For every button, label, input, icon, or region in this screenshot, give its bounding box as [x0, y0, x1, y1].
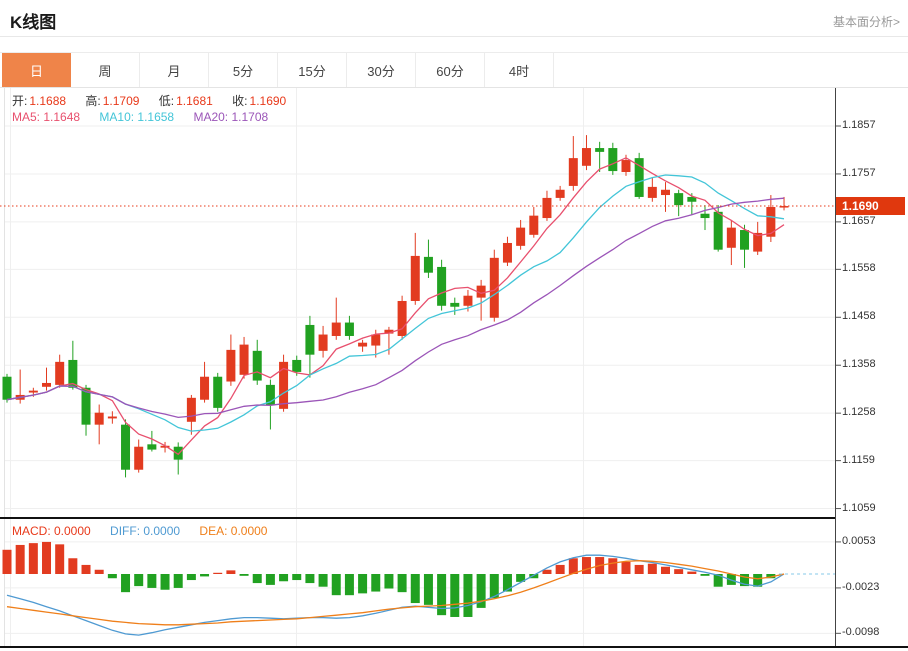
macd-legend: MACD: 0.0000 DIFF: 0.0000 DEA: 0.0000 — [12, 524, 267, 538]
macd-axis-label: 0.0053 — [842, 535, 876, 547]
close-label: 收: — [232, 94, 247, 108]
price-axis-label: 1.1358 — [842, 358, 876, 370]
price-axis-label: 1.1857 — [842, 119, 876, 131]
close-value: 1.1690 — [250, 94, 287, 108]
dea-value-legend: DEA: 0.0000 — [199, 524, 267, 538]
price-axis-label: 1.1258 — [842, 406, 876, 418]
ohlc-legend: 开:1.1688 高:1.1709 低:1.1681 收:1.1690 — [12, 92, 302, 109]
price-axis-label: 1.1657 — [842, 215, 876, 227]
macd-axis-label: -0.0023 — [842, 581, 879, 593]
price-axis-label: 1.1558 — [842, 262, 876, 274]
low-label: 低: — [159, 94, 174, 108]
open-value: 1.1688 — [29, 94, 66, 108]
low-value: 1.1681 — [176, 94, 213, 108]
ma20-legend: MA20: 1.1708 — [193, 110, 268, 124]
price-axis-label: 1.1159 — [842, 454, 875, 466]
high-label: 高: — [85, 94, 100, 108]
ma10-legend: MA10: 1.1658 — [99, 110, 174, 124]
ma5-legend: MA5: 1.1648 — [12, 110, 80, 124]
high-value: 1.1709 — [103, 94, 140, 108]
diff-value-legend: DIFF: 0.0000 — [110, 524, 180, 538]
open-label: 开: — [12, 94, 27, 108]
price-axis-label: 1.1757 — [842, 167, 876, 179]
macd-axis-label: -0.0098 — [842, 626, 879, 638]
price-axis-label: 1.1458 — [842, 310, 876, 322]
current-price-tag: 1.1690 — [836, 197, 905, 215]
price-axis-label: 1.1059 — [842, 502, 876, 514]
kline-page: K线图 基本面分析> 日周月5分15分30分60分4时 开:1.1688 高:1… — [0, 0, 908, 651]
ma-legend: MA5: 1.1648 MA10: 1.1658 MA20: 1.1708 — [12, 110, 268, 124]
macd-value-legend: MACD: 0.0000 — [12, 524, 91, 538]
